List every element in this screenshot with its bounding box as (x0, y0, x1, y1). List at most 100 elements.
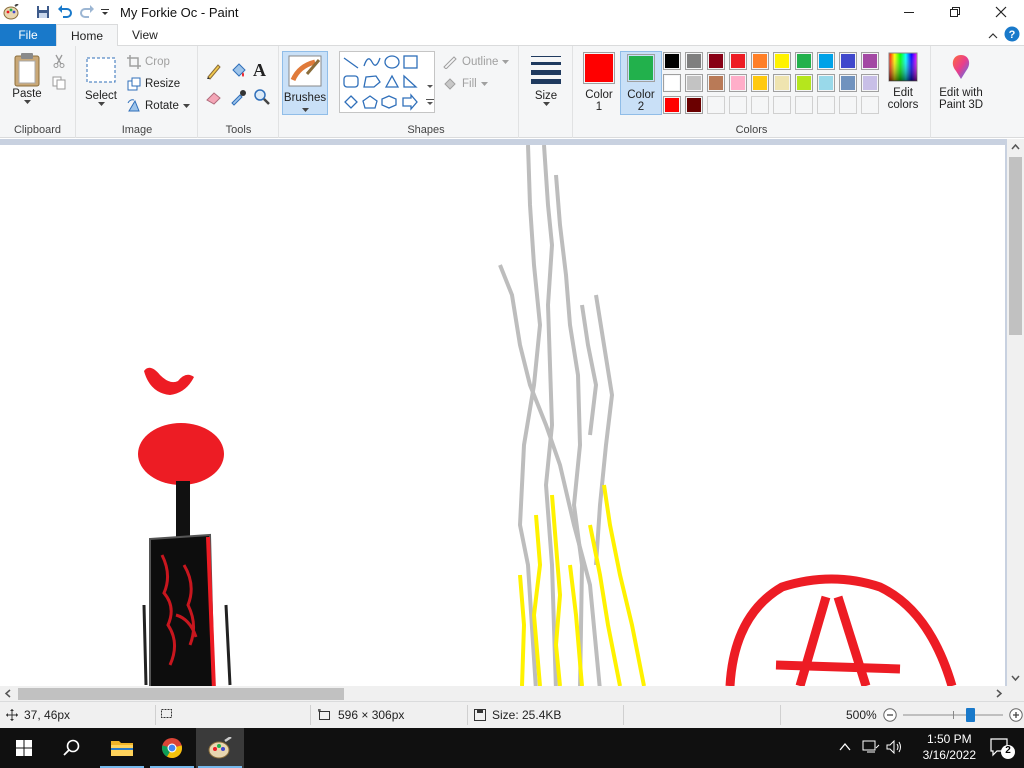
palette-swatch[interactable] (685, 52, 703, 70)
oval-shape-icon[interactable] (384, 55, 400, 69)
scroll-up-icon[interactable] (1007, 139, 1024, 156)
size-button[interactable]: Size (527, 54, 565, 106)
palette-swatch[interactable] (817, 52, 835, 70)
polygon-shape-icon[interactable] (363, 75, 381, 88)
network-icon[interactable] (862, 740, 880, 757)
edit-colors-button[interactable]: Edit colors (884, 52, 922, 111)
start-button[interactable] (0, 728, 48, 768)
system-clock[interactable]: 1:50 PM 3/16/2022 (923, 731, 976, 763)
triangle-shape-icon[interactable] (384, 74, 400, 88)
paste-button[interactable]: Paste (8, 52, 46, 104)
paint-app-icon[interactable] (0, 0, 22, 24)
palette-swatch[interactable] (839, 52, 857, 70)
search-button[interactable] (48, 728, 96, 768)
curve-shape-icon[interactable] (363, 57, 381, 67)
paint-taskbar-button[interactable] (196, 728, 244, 768)
zoom-slider-thumb[interactable] (966, 708, 976, 722)
action-center-button[interactable]: 2 (988, 736, 1016, 760)
diamond-shape-icon[interactable] (344, 95, 358, 109)
shapes-gallery[interactable] (339, 51, 435, 113)
pencil-icon[interactable] (205, 62, 223, 80)
palette-swatch[interactable] (839, 96, 857, 114)
tab-file[interactable]: File (0, 24, 56, 46)
palette-swatch[interactable] (707, 96, 725, 114)
zoom-out-icon[interactable] (883, 708, 897, 722)
show-hidden-icons[interactable] (838, 740, 852, 757)
rounded-rectangle-shape-icon[interactable] (343, 75, 359, 88)
drawing-canvas[interactable] (0, 144, 1005, 686)
palette-swatch[interactable] (861, 52, 879, 70)
palette-swatch[interactable] (729, 74, 747, 92)
hexagon-shape-icon[interactable] (381, 95, 397, 109)
palette-swatch[interactable] (861, 74, 879, 92)
scroll-right-icon[interactable] (990, 686, 1007, 701)
palette-swatch[interactable] (751, 52, 769, 70)
edit-with-paint3d-button[interactable]: Edit with Paint 3D (933, 52, 989, 111)
palette-swatch[interactable] (839, 74, 857, 92)
outline-button[interactable]: Outline (442, 55, 510, 69)
palette-swatch[interactable] (707, 52, 725, 70)
right-arrow-shape-icon[interactable] (402, 93, 418, 111)
palette-swatch[interactable] (817, 96, 835, 114)
scroll-left-icon[interactable] (0, 686, 17, 701)
palette-swatch[interactable] (817, 74, 835, 92)
maximize-button[interactable] (932, 0, 978, 24)
collapse-ribbon-icon[interactable] (988, 29, 998, 43)
palette-swatch[interactable] (685, 74, 703, 92)
palette-swatch[interactable] (729, 96, 747, 114)
shapes-scroll[interactable] (425, 55, 435, 111)
text-tool-icon[interactable]: A (253, 60, 266, 81)
palette-swatch[interactable] (707, 74, 725, 92)
palette-swatch[interactable] (795, 52, 813, 70)
palette-swatch[interactable] (663, 52, 681, 70)
brushes-button[interactable]: Brushes (282, 51, 328, 115)
save-icon[interactable] (32, 0, 54, 24)
palette-swatch[interactable] (663, 74, 681, 92)
right-triangle-shape-icon[interactable] (403, 74, 418, 88)
palette-swatch[interactable] (861, 96, 879, 114)
palette-swatch[interactable] (773, 74, 791, 92)
magnifier-icon[interactable] (253, 88, 271, 106)
line-shape-icon[interactable] (343, 57, 359, 69)
chrome-button[interactable] (148, 728, 196, 768)
redo-icon[interactable] (76, 0, 98, 24)
undo-icon[interactable] (54, 0, 76, 24)
vertical-scroll-thumb[interactable] (1009, 157, 1022, 335)
palette-swatch[interactable] (751, 74, 769, 92)
volume-icon[interactable] (886, 739, 904, 757)
color-picker-icon[interactable] (229, 88, 247, 106)
cut-icon[interactable] (52, 54, 66, 68)
palette-swatch[interactable] (773, 52, 791, 70)
palette-swatch[interactable] (795, 96, 813, 114)
file-explorer-button[interactable] (98, 728, 146, 768)
fill-bucket-icon[interactable] (229, 62, 247, 80)
palette-swatch[interactable] (685, 96, 703, 114)
color2-button[interactable]: Color 2 (620, 51, 662, 115)
scroll-down-icon[interactable] (1007, 669, 1024, 686)
customize-qat-icon[interactable] (98, 0, 112, 24)
eraser-icon[interactable] (205, 88, 223, 106)
palette-swatch[interactable] (729, 52, 747, 70)
minimize-button[interactable] (886, 0, 932, 24)
resize-button[interactable]: Resize (127, 77, 180, 91)
copy-icon[interactable] (52, 76, 66, 90)
tab-home[interactable]: Home (56, 24, 119, 47)
rotate-button[interactable]: Rotate (127, 99, 190, 113)
pentagon-shape-icon[interactable] (362, 95, 378, 109)
fill-button[interactable]: Fill (442, 77, 488, 91)
horizontal-scroll-thumb[interactable] (18, 688, 344, 700)
palette-swatch[interactable] (663, 96, 681, 114)
crop-button[interactable]: Crop (127, 55, 170, 69)
close-button[interactable] (978, 0, 1024, 24)
color1-button[interactable]: Color 1 (578, 52, 620, 113)
zoom-in-icon[interactable] (1009, 708, 1023, 722)
zoom-slider[interactable] (902, 708, 1003, 722)
palette-swatch[interactable] (751, 96, 769, 114)
palette-swatch[interactable] (795, 74, 813, 92)
horizontal-scrollbar[interactable] (0, 686, 1007, 701)
rectangle-shape-icon[interactable] (403, 55, 418, 69)
vertical-scrollbar[interactable] (1007, 139, 1024, 686)
tab-view[interactable]: View (118, 24, 172, 46)
palette-swatch[interactable] (773, 96, 791, 114)
help-icon[interactable]: ? (1004, 26, 1020, 45)
